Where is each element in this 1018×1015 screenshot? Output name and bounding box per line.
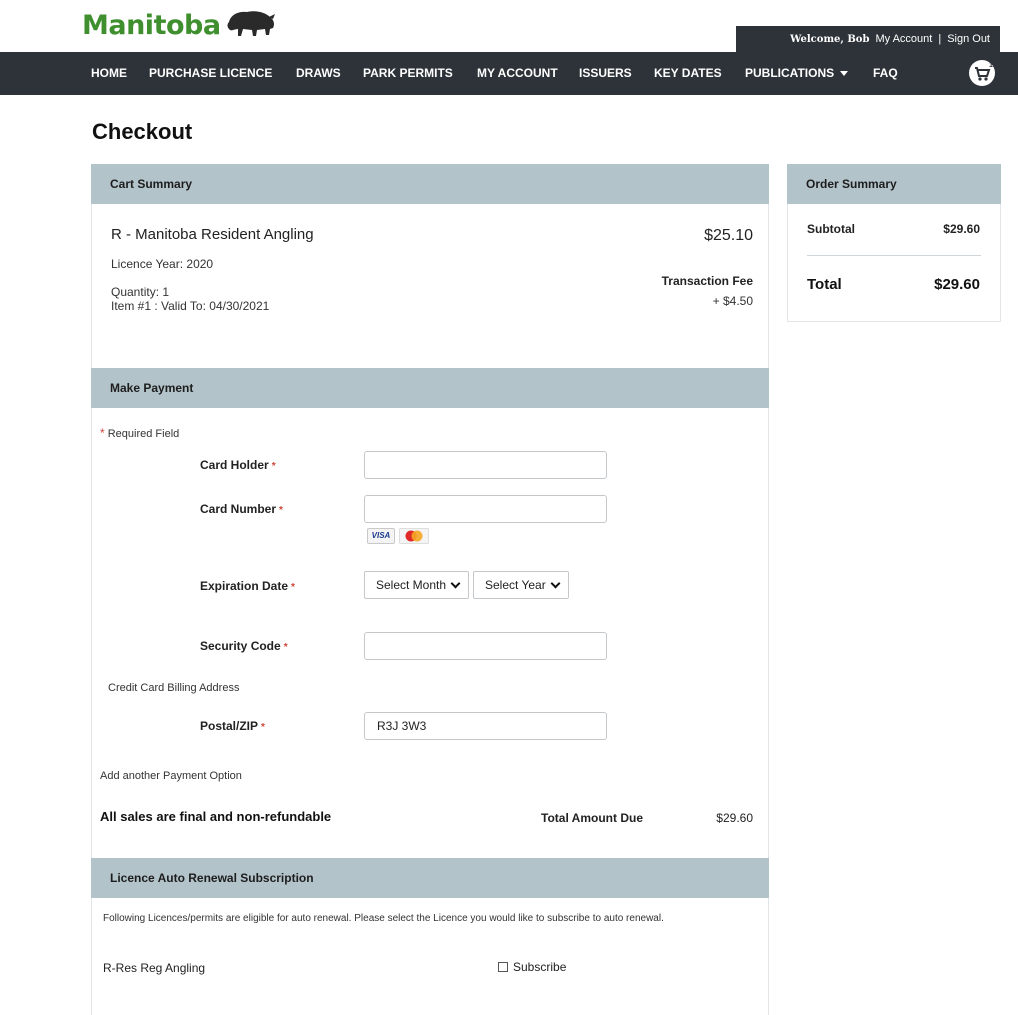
caret-down-icon <box>840 71 849 77</box>
subscribe-checkbox[interactable] <box>498 962 508 972</box>
my-account-link[interactable]: My Account <box>875 33 932 45</box>
transaction-fee-label: Transaction Fee <box>661 274 753 288</box>
cart-quantity: Quantity: 1 <box>111 285 170 299</box>
valid-to: Item #1 : Valid To: 04/30/2021 <box>111 299 270 313</box>
security-code-label: Security Code * <box>200 639 288 653</box>
nav-park-permits[interactable]: PARK PERMITS <box>363 52 453 95</box>
billing-address-heading: Credit Card Billing Address <box>108 682 240 694</box>
required-asterisk: * <box>291 582 295 593</box>
visa-card-icon: VISA <box>367 528 395 544</box>
card-number-label: Card Number * <box>200 502 283 516</box>
subtotal-value: $29.60 <box>943 222 980 236</box>
nav-home[interactable]: HOME <box>91 52 127 95</box>
security-code-label-text: Security Code <box>200 639 281 653</box>
order-summary-header: Order Summary <box>787 164 1001 204</box>
sign-out-link[interactable]: Sign Out <box>947 33 990 45</box>
card-holder-input[interactable] <box>364 451 607 479</box>
nav-key-dates[interactable]: KEY DATES <box>654 52 722 95</box>
cart-summary-title: Cart Summary <box>110 177 193 191</box>
user-bar: Welcome, Bob My Account | Sign Out <box>736 26 1000 52</box>
required-asterisk: * <box>283 642 288 653</box>
final-sale-note: All sales are final and non-refundable <box>100 809 332 824</box>
postal-zip-input[interactable] <box>364 712 607 740</box>
make-payment-header: Make Payment <box>91 368 769 408</box>
subscribe-option[interactable]: Subscribe <box>498 960 566 974</box>
add-payment-option-link[interactable]: Add another Payment Option <box>100 770 242 782</box>
postal-zip-label: Postal/ZIP * <box>200 719 265 733</box>
renewal-item-name: R-Res Reg Angling <box>103 961 206 975</box>
bison-icon <box>227 10 275 36</box>
nav-publications[interactable]: PUBLICATIONS <box>745 52 849 95</box>
welcome-text: Welcome, Bob <box>790 33 870 45</box>
order-summary-title: Order Summary <box>806 177 897 191</box>
required-asterisk: * <box>271 461 276 472</box>
nav-publications-label: PUBLICATIONS <box>745 66 835 80</box>
security-code-input[interactable] <box>364 632 607 660</box>
main-nav: HOME PURCHASE LICENCE DRAWS PARK PERMITS… <box>0 52 1018 95</box>
total-due-label: Total Amount Due <box>541 811 643 825</box>
licence-year: Licence Year: 2020 <box>111 257 214 271</box>
total-label: Total <box>807 276 842 293</box>
chevron-down-icon <box>450 578 461 588</box>
make-payment-title: Make Payment <box>110 381 194 395</box>
required-asterisk: * <box>100 426 105 440</box>
mastercard-icon <box>399 528 429 544</box>
cart-count: 1 <box>989 62 993 69</box>
card-holder-label-text: Card Holder <box>200 458 269 472</box>
cart-summary-header: Cart Summary <box>91 164 769 204</box>
auto-renewal-description: Following Licences/permits are eligible … <box>103 913 664 924</box>
auto-renewal-header: Licence Auto Renewal Subscription <box>91 858 769 898</box>
month-select[interactable]: Select Month <box>364 571 469 599</box>
total-due-value: $29.60 <box>716 811 753 825</box>
visa-card-text: VISA <box>371 531 391 540</box>
cart-item-name: R - Manitoba Resident Angling <box>111 226 314 243</box>
card-holder-label: Card Holder * <box>200 458 276 472</box>
year-select-value: Select Year <box>485 578 546 592</box>
required-asterisk: * <box>261 722 265 733</box>
postal-zip-label-text: Postal/ZIP <box>200 719 259 733</box>
card-number-input[interactable] <box>364 495 607 523</box>
order-summary-divider <box>807 255 981 256</box>
required-asterisk: * <box>279 505 283 516</box>
required-note-text: Required Field <box>107 428 180 440</box>
transaction-fee-value: + $4.50 <box>712 294 753 308</box>
logo-text: Manitoba <box>82 10 221 41</box>
expiration-date-label: Expiration Date * <box>200 579 295 593</box>
cart-icon[interactable]: 1 <box>968 59 996 87</box>
nav-purchase-licence[interactable]: PURCHASE LICENCE <box>149 52 272 95</box>
link-separator: | <box>938 33 942 45</box>
nav-my-account[interactable]: MY ACCOUNT <box>477 52 558 95</box>
card-number-label-text: Card Number <box>200 502 277 516</box>
expiration-date-label-text: Expiration Date <box>200 579 289 593</box>
total-value: $29.60 <box>934 276 980 293</box>
site-logo[interactable]: Manitoba <box>82 10 277 41</box>
year-select[interactable]: Select Year <box>473 571 569 599</box>
page-title: Checkout <box>92 119 193 144</box>
subscribe-label: Subscribe <box>513 960 567 974</box>
required-note: * Required Field <box>100 426 179 440</box>
nav-draws[interactable]: DRAWS <box>296 52 341 95</box>
chevron-down-icon <box>550 578 561 588</box>
subtotal-label: Subtotal <box>807 222 855 236</box>
nav-issuers[interactable]: ISSUERS <box>579 52 632 95</box>
cart-item-price: $25.10 <box>704 227 753 244</box>
nav-faq[interactable]: FAQ <box>873 52 898 95</box>
month-select-value: Select Month <box>376 578 447 592</box>
auto-renewal-title: Licence Auto Renewal Subscription <box>110 871 314 885</box>
